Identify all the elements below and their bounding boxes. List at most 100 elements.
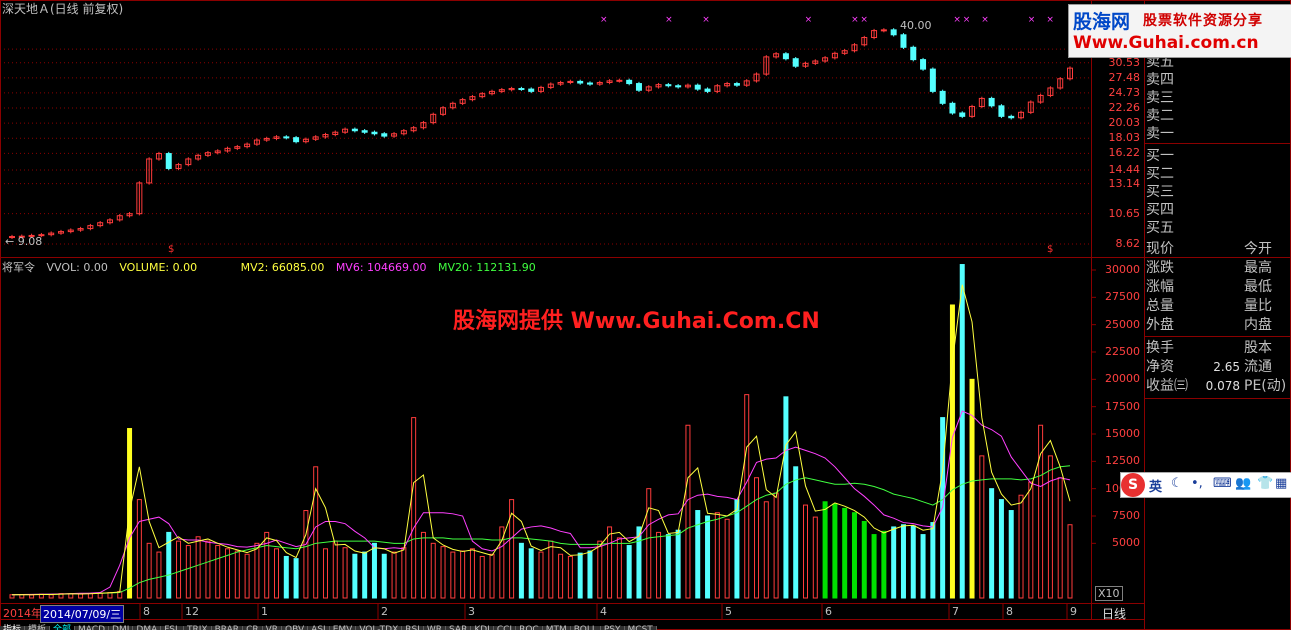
tab-cr[interactable]: CR	[243, 626, 263, 630]
tab-obv[interactable]: OBV	[282, 626, 309, 630]
mv20-value: MV20: 112131.90	[438, 261, 536, 274]
keyboard-icon[interactable]: ⌨	[1213, 476, 1232, 491]
volume-bar	[371, 542, 377, 599]
price-tick-label: 8.62	[1115, 237, 1141, 250]
candle-body	[694, 84, 701, 90]
volume-tick-label: 7500	[1112, 509, 1140, 522]
tab-macd[interactable]: MACD	[75, 626, 110, 630]
volume-bar	[205, 540, 211, 599]
tab-asi[interactable]: ASI	[308, 626, 330, 630]
tab-rsi[interactable]: RSI	[402, 626, 424, 630]
volume-bar	[734, 499, 740, 599]
volume-bar	[303, 510, 309, 599]
quote-label: 股本	[1244, 340, 1272, 356]
tab-cci[interactable]: CCI	[493, 626, 517, 630]
indicator-name: 将军令	[2, 261, 35, 274]
volume-tick-label: 5000	[1112, 536, 1140, 550]
volume-bar	[381, 553, 387, 599]
tab-fsl[interactable]: FSL	[161, 626, 184, 630]
tab-mcst[interactable]: MCST	[624, 626, 657, 630]
volume-bar	[998, 499, 1004, 599]
month-label: 8	[143, 605, 150, 618]
volume-bar	[538, 551, 544, 599]
shirt-icon[interactable]: 👕	[1257, 476, 1273, 491]
volume-bar	[675, 529, 681, 599]
tab-指标[interactable]: 指标	[0, 626, 26, 630]
volume-bar	[636, 526, 642, 599]
quote-label: 今开	[1244, 241, 1272, 257]
tab-trix[interactable]: TRIX	[184, 626, 212, 630]
price-tick-label: 18.03	[1108, 131, 1141, 145]
volume-bar	[234, 550, 240, 599]
tab-全部[interactable]: 全部	[50, 626, 76, 630]
grid-icon[interactable]: ▦	[1275, 476, 1287, 491]
volume-bar	[146, 542, 152, 599]
month-label: 7	[952, 605, 959, 618]
candle-body	[920, 59, 927, 70]
volume-bar	[871, 534, 877, 599]
volume-bar	[352, 553, 358, 599]
tab-dma[interactable]: DMA	[133, 626, 162, 630]
tab-roc[interactable]: ROC	[516, 626, 543, 630]
peak-price-label: 40.00	[900, 19, 932, 32]
volume-bar	[842, 507, 848, 599]
users-icon[interactable]: 👥	[1235, 476, 1251, 491]
tab-mtm[interactable]: MTM	[542, 626, 571, 630]
ime-language[interactable]: 英	[1149, 476, 1162, 495]
quote-label: 收益㈢	[1146, 378, 1188, 394]
volume-bar	[68, 593, 74, 599]
volume-bar	[9, 594, 15, 599]
month-label: 12	[185, 605, 199, 618]
candle-body	[733, 83, 740, 86]
volume-bar	[920, 534, 926, 599]
tab-vol-tdx[interactable]: VOL-TDX	[356, 626, 403, 630]
volume-bar	[989, 488, 995, 599]
price-tick-label: 16.22	[1108, 146, 1141, 160]
volume-bar	[607, 526, 613, 599]
volume-bar	[724, 518, 730, 599]
volume-bar	[910, 525, 916, 599]
mv6-value: MV6: 104669.00	[335, 261, 427, 274]
volume-bar	[391, 551, 397, 599]
quote-label: 涨幅	[1146, 279, 1174, 295]
volume-bar	[283, 555, 289, 599]
tab-psy[interactable]: PSY	[600, 626, 625, 630]
tab-boll[interactable]: BOLL	[570, 626, 601, 630]
period-label[interactable]: 日线	[1102, 605, 1126, 622]
tab-wr[interactable]: WR	[423, 626, 447, 630]
volume-bar	[195, 536, 201, 599]
month-label: 5	[725, 605, 732, 618]
volume-bar	[332, 540, 338, 599]
tab-sar[interactable]: SAR	[446, 626, 472, 630]
tab-emv[interactable]: EMV	[329, 626, 357, 630]
volume-bar	[548, 540, 554, 599]
volume-bar	[342, 547, 348, 599]
site-logo[interactable]: 股海网 股票软件资源分享 Www.Guhai.com.cn	[1068, 4, 1291, 58]
candle-body	[577, 80, 584, 84]
moon-icon[interactable]: ☾	[1171, 476, 1183, 491]
volume-bar	[293, 558, 299, 599]
candle-body	[1008, 115, 1015, 119]
price-tick-label: 10.65	[1108, 206, 1141, 220]
quote-value: 0.078	[1205, 379, 1240, 393]
tab-dmi[interactable]: DMI	[109, 626, 134, 630]
punctuation-icon[interactable]: •,	[1191, 476, 1203, 491]
tab-brar[interactable]: BRAR	[211, 626, 244, 630]
tab-模板[interactable]: 模板	[25, 626, 51, 630]
top-marker: ×	[851, 15, 859, 25]
tab-kdj[interactable]: KDJ	[471, 626, 494, 630]
price-tick-label: 24.73	[1108, 85, 1141, 99]
buy-level-label: 买五	[1146, 220, 1174, 236]
tab-vr[interactable]: VR	[262, 626, 283, 630]
volume-bar	[185, 545, 191, 599]
volume-bar	[891, 526, 897, 599]
candle-body	[782, 53, 789, 60]
month-label: 1	[261, 605, 268, 618]
volume-bar	[930, 522, 936, 599]
buy-level-label: 买一	[1146, 148, 1174, 164]
volume-bar	[78, 593, 84, 599]
volume-bar	[450, 551, 456, 599]
ime-logo-icon[interactable]: S	[1121, 473, 1145, 497]
ime-toolbar[interactable]: S 英 ☾ •, ⌨ 👥 👕 ▦	[1120, 472, 1291, 498]
candle-body	[959, 112, 966, 117]
